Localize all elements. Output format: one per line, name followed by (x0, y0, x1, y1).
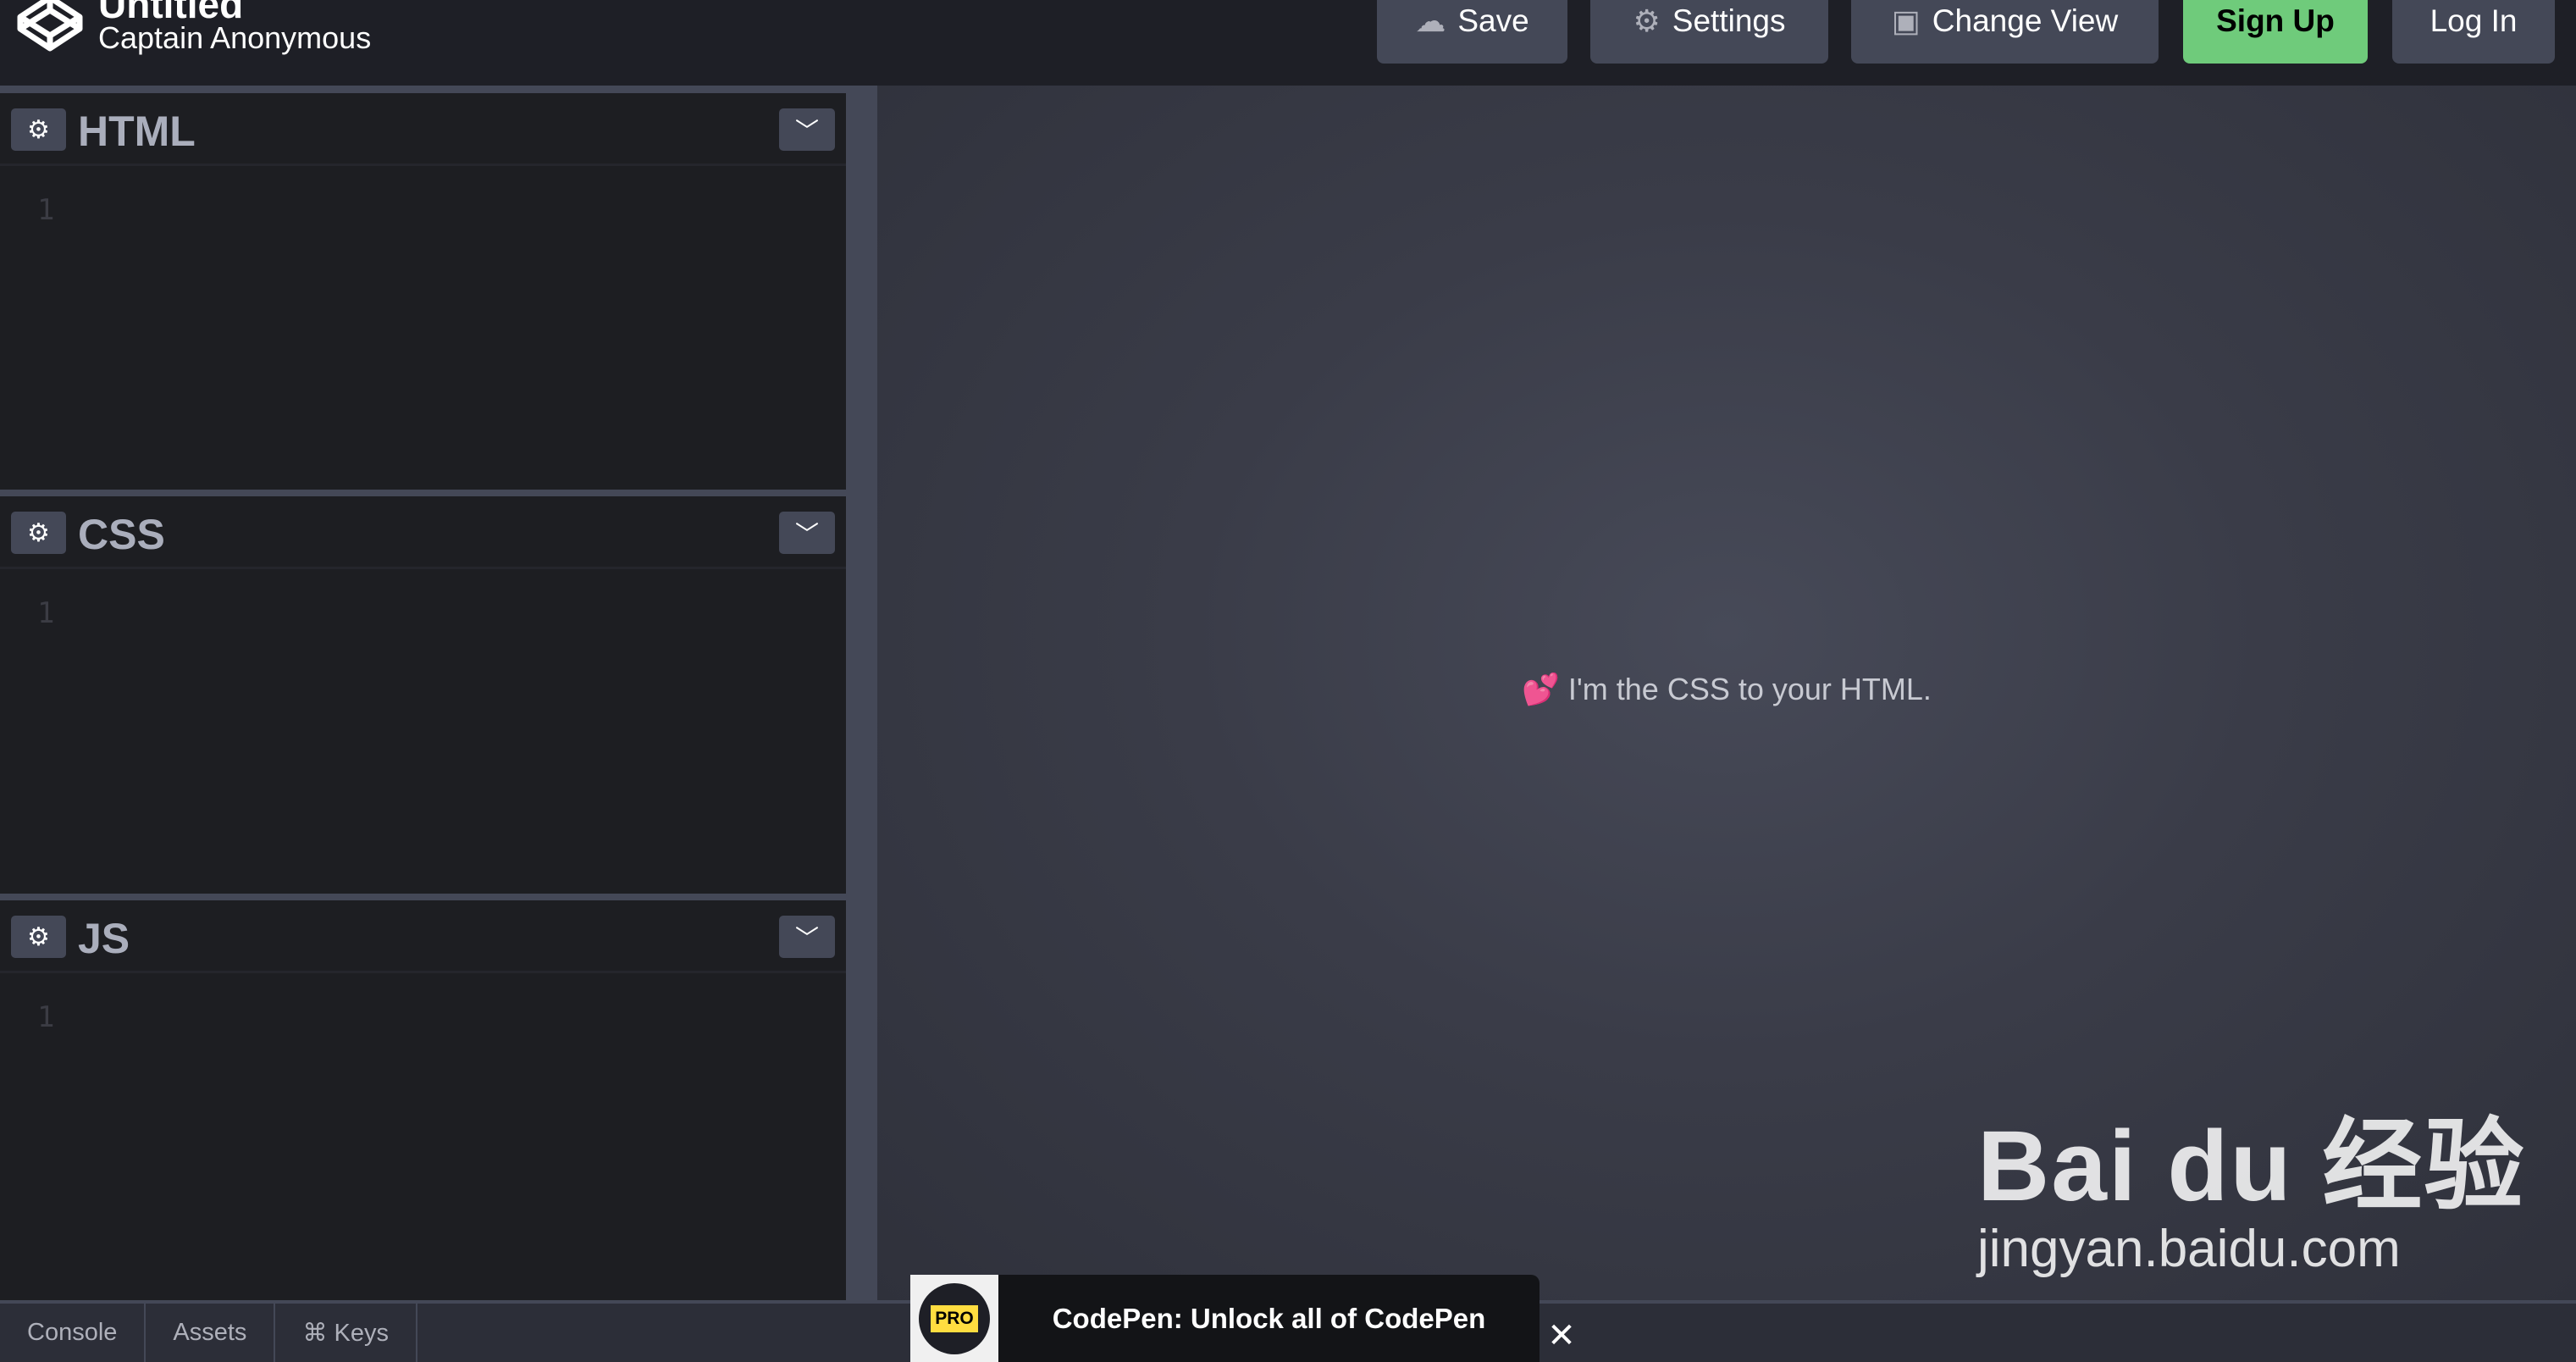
change-view-label: Change View (1932, 3, 2119, 38)
save-button[interactable]: ☁ Save (1377, 0, 1567, 64)
hearts-emoji-icon: 💕 (1522, 672, 1560, 706)
css-editor[interactable]: ⚙ CSS ﹀ 1 (0, 496, 846, 894)
js-settings-gear-icon[interactable]: ⚙ (11, 916, 66, 958)
line-number: 1 (37, 1000, 55, 1034)
watermark-brand: Bai du 经验 (1977, 1110, 2526, 1222)
gear-icon: ⚙ (1633, 3, 1661, 38)
preview-message: I'm the CSS to your HTML. (1567, 672, 1932, 706)
html-editor[interactable]: ⚙ HTML ﹀ 1 (0, 93, 846, 490)
html-settings-gear-icon[interactable]: ⚙ (11, 108, 66, 151)
window-icon: ▣ (1891, 3, 1921, 38)
pro-badge: PRO (931, 1304, 978, 1332)
settings-button[interactable]: ⚙ Settings (1590, 0, 1828, 64)
change-view-button[interactable]: ▣ Change View (1851, 0, 2159, 64)
line-number: 1 (37, 193, 55, 227)
sign-up-button[interactable]: Sign Up (2183, 0, 2368, 64)
css-editor-header: ⚙ CSS ﹀ (0, 496, 846, 569)
settings-label: Settings (1672, 3, 1786, 38)
pro-badge-image: PRO (910, 1275, 998, 1362)
console-button[interactable]: Console (0, 1304, 146, 1362)
pro-promo-banner[interactable]: PRO CodePen: Unlock all of CodePen (910, 1275, 1540, 1362)
preview-text: 💕 I'm the CSS to your HTML. (877, 672, 2576, 707)
close-icon[interactable]: ✕ (1540, 1309, 1584, 1362)
pane-resizer[interactable] (846, 86, 877, 1300)
chevron-down-icon[interactable]: ﹀ (779, 108, 835, 151)
codepen-logo-icon[interactable] (15, 0, 85, 53)
log-in-button[interactable]: Log In (2392, 0, 2555, 64)
line-number: 1 (37, 596, 55, 630)
editor-resize-handle[interactable] (0, 894, 846, 900)
chevron-down-icon[interactable]: ﹀ (779, 916, 835, 958)
editor-resize-handle[interactable] (0, 490, 846, 496)
author-name: Captain Anonymous (98, 20, 372, 55)
save-label: Save (1457, 3, 1529, 38)
promo-text[interactable]: CodePen: Unlock all of CodePen (998, 1275, 1540, 1362)
assets-button[interactable]: Assets (146, 1304, 276, 1362)
html-editor-header: ⚙ HTML ﹀ (0, 93, 846, 166)
editor-title: CSS (78, 511, 165, 558)
js-editor-header: ⚙ JS ﹀ (0, 900, 846, 973)
keys-button[interactable]: ⌘ Keys (275, 1304, 417, 1362)
css-settings-gear-icon[interactable]: ⚙ (11, 512, 66, 554)
top-bar: Untitled Captain Anonymous ☁ Save ⚙ Settin… (0, 0, 2576, 86)
editor-title: JS (78, 915, 130, 962)
chevron-down-icon[interactable]: ﹀ (779, 512, 835, 554)
js-editor[interactable]: ⚙ JS ﹀ 1 (0, 900, 846, 1300)
editor-title: HTML (78, 108, 196, 155)
editor-column: ⚙ HTML ﹀ 1 ⚙ CSS ﹀ 1 ⚙ JS ﹀ 1 (0, 93, 846, 1300)
baidu-watermark: Bai du 经验 jingyan.baidu.com (1977, 1084, 2525, 1279)
cloud-icon: ☁ (1415, 3, 1446, 38)
